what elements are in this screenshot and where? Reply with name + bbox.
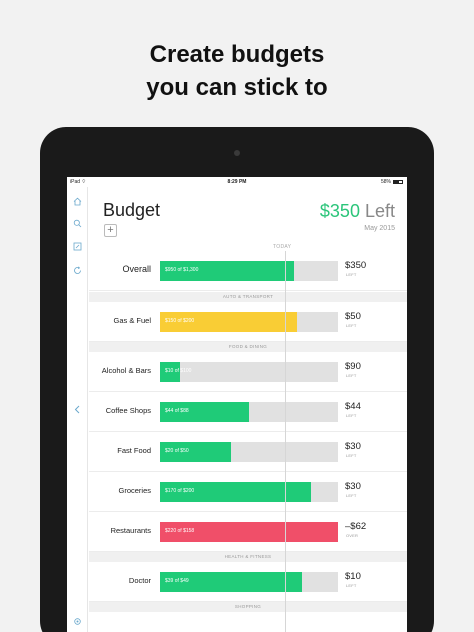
budget-row-groceries[interactable]: Groceries $170 of $200 $30 LEFT <box>89 472 407 512</box>
progress-text: $950 of $1,300 <box>165 267 199 273</box>
settings-icon[interactable] <box>73 617 82 626</box>
add-budget-button[interactable]: + <box>104 224 117 237</box>
headline-line-1: Create budgets <box>149 41 325 68</box>
total-left: $350 Left <box>320 201 395 222</box>
home-icon[interactable] <box>73 197 82 206</box>
today-label: TODAY <box>273 244 292 250</box>
row-amount: $10 <box>345 571 361 582</box>
budget-row-fast-food[interactable]: Fast Food $20 of $50 $30 LEFT <box>89 432 407 472</box>
section-header-shopping: SHOPPING <box>89 602 407 612</box>
progress-text: $150 of $200 <box>165 318 195 324</box>
progress-bar: $20 of $50 <box>160 442 338 462</box>
status-time: 8:29 PM <box>227 179 247 185</box>
row-label: Restaurants <box>110 526 151 535</box>
page-title: Budget <box>103 200 161 220</box>
row-amount: $50 <box>345 311 361 322</box>
row-amount-caption: LEFT <box>346 323 357 328</box>
row-amount-caption: OVER <box>346 533 359 538</box>
app-screen: iPad ⌔ 8:29 PM 58% Budget + $350 Left Ma… <box>67 177 407 632</box>
section-header-auto-transport: AUTO & TRANSPORT <box>89 292 407 302</box>
ipad-device-frame: iPad ⌔ 8:29 PM 58% Budget + $350 Left Ma… <box>40 127 434 632</box>
progress-bar: $150 of $200 <box>160 312 338 332</box>
row-amount-caption: LEFT <box>346 413 357 418</box>
status-bar: iPad ⌔ 8:29 PM 58% <box>67 177 407 187</box>
row-label: Fast Food <box>117 446 151 455</box>
progress-bar: $10 of $100 <box>160 362 338 382</box>
section-header-food-dining: FOOD & DINING <box>89 342 407 352</box>
progress-bar: $950 of $1,300 <box>160 261 338 281</box>
progress-text: $20 of $50 <box>165 448 189 454</box>
progress-bar: $44 of $88 <box>160 402 338 422</box>
status-battery: 58% <box>381 179 403 185</box>
battery-icon <box>393 180 403 184</box>
edit-icon[interactable] <box>73 242 82 251</box>
battery-percent: 58% <box>380 179 391 185</box>
row-amount-caption: LEFT <box>346 373 357 378</box>
progress-text: $170 of $200 <box>165 488 195 494</box>
section-header-health-fitness: HEALTH & FITNESS <box>89 552 407 562</box>
row-amount-caption: LEFT <box>346 493 357 498</box>
row-amount: $30 <box>345 481 361 492</box>
row-amount-caption: LEFT <box>346 583 357 588</box>
progress-text: $10 of $100 <box>165 368 192 374</box>
row-label: Coffee Shops <box>105 406 151 415</box>
total-left-amount: $350 <box>319 201 360 221</box>
marketing-headline: Create budgets you can stick to <box>0 38 474 104</box>
row-amount: $44 <box>345 401 361 412</box>
budget-row-doctor[interactable]: Doctor $39 of $49 $10 LEFT <box>89 562 407 602</box>
total-left-word: Left <box>364 201 395 221</box>
progress-bar: $220 of $158 <box>160 522 338 542</box>
budget-row-gas-fuel[interactable]: Gas & Fuel $150 of $200 $50 LEFT <box>89 302 407 342</box>
search-icon[interactable] <box>73 219 82 228</box>
today-marker-line <box>285 251 286 632</box>
row-amount-caption: LEFT <box>346 272 357 277</box>
budget-main-panel: Budget + $350 Left May 2015 TODAY Overal… <box>89 187 407 632</box>
row-amount: $350 <box>345 260 367 271</box>
row-amount: –$62 <box>345 521 367 532</box>
budget-row-coffee-shops[interactable]: Coffee Shops $44 of $88 $44 LEFT <box>89 392 407 432</box>
progress-bar: $170 of $200 <box>160 482 338 502</box>
row-label: Doctor <box>128 576 151 585</box>
row-label: Groceries <box>118 486 151 495</box>
row-amount-caption: LEFT <box>346 453 357 458</box>
progress-text: $39 of $49 <box>165 578 189 584</box>
budget-row-overall[interactable]: Overall $950 of $1,300 $350 LEFT <box>89 251 407 291</box>
headline-line-2: you can stick to <box>146 74 328 101</box>
month-selector[interactable]: May 2015 <box>364 225 395 232</box>
row-amount: $30 <box>345 441 361 452</box>
progress-text: $44 of $88 <box>165 408 189 414</box>
budget-row-restaurants[interactable]: Restaurants $220 of $158 –$62 OVER <box>89 512 407 552</box>
row-label: Gas & Fuel <box>113 316 151 325</box>
camera-icon <box>234 150 240 156</box>
row-amount: $90 <box>345 361 361 372</box>
row-label: Alcohol & Bars <box>101 366 151 375</box>
row-label: Overall <box>122 264 151 274</box>
progress-text: $220 of $158 <box>165 528 195 534</box>
progress-bar: $39 of $49 <box>160 572 338 592</box>
budget-row-alcohol-bars[interactable]: Alcohol & Bars $10 of $100 $90 LEFT <box>89 352 407 392</box>
